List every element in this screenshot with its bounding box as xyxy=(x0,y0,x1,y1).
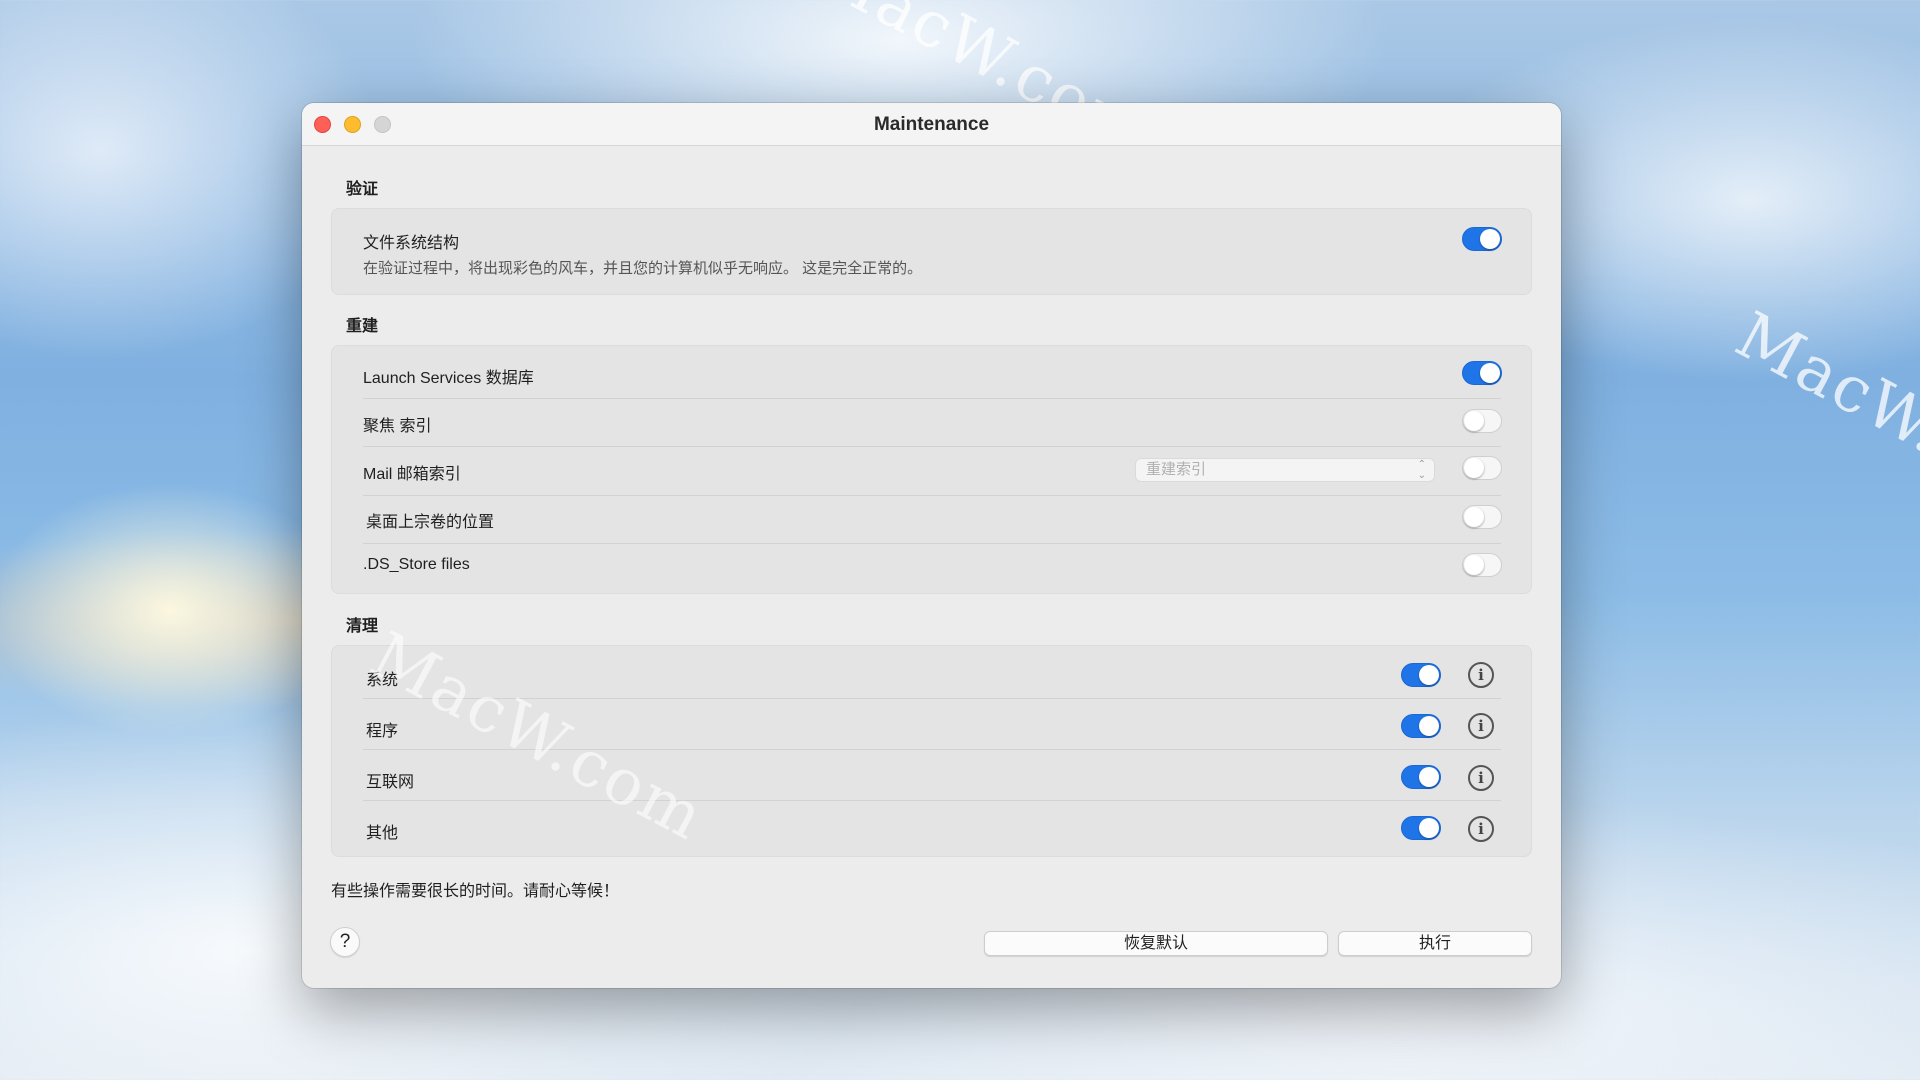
row-divider xyxy=(363,698,1501,699)
patience-note: 有些操作需要很长的时间。请耐心等候！ xyxy=(331,883,620,900)
spotlight-index-toggle[interactable] xyxy=(1462,409,1502,433)
section-title-verify: 验证 xyxy=(346,181,379,198)
restore-defaults-button[interactable]: 恢复默认 xyxy=(984,931,1328,956)
info-icon[interactable]: i xyxy=(1468,662,1494,688)
cleanup-group: 系统 i 程序 i 互联网 i 其他 i xyxy=(331,645,1532,857)
row-divider xyxy=(363,800,1501,801)
toggle-knob xyxy=(1419,665,1439,685)
toggle-knob xyxy=(1464,458,1484,478)
rebuild-group: Launch Services 数据库 聚焦 索引 Mail 邮箱索引 重建索引… xyxy=(331,345,1532,594)
ds-store-files-label: .DS_Store files xyxy=(363,556,470,573)
filesystem-structure-description: 在验证过程中，将出现彩色的风车，并且您的计算机似乎无响应。 这是完全正常的。 xyxy=(363,260,923,277)
mail-index-toggle[interactable] xyxy=(1462,456,1502,480)
cleanup-other-toggle[interactable] xyxy=(1401,816,1441,840)
help-button[interactable]: ? xyxy=(330,927,360,957)
spotlight-index-label: 聚焦 索引 xyxy=(363,418,432,435)
launch-services-label: Launch Services 数据库 xyxy=(363,370,534,387)
cleanup-internet-label: 互联网 xyxy=(366,774,415,791)
section-title-cleanup: 清理 xyxy=(346,618,379,635)
toggle-knob xyxy=(1419,767,1439,787)
chevron-updown-icon: ⌃ ⌄ xyxy=(1417,459,1426,481)
mail-index-select-value: 重建索引 xyxy=(1146,461,1207,478)
info-icon[interactable]: i xyxy=(1468,713,1494,739)
filesystem-structure-toggle[interactable] xyxy=(1462,227,1502,251)
watermark: MacW.com xyxy=(1724,298,1920,536)
toggle-knob xyxy=(1419,818,1439,838)
cleanup-applications-label: 程序 xyxy=(366,723,399,740)
verify-group: 文件系统结构 在验证过程中，将出现彩色的风车，并且您的计算机似乎无响应。 这是完… xyxy=(331,208,1532,295)
launch-services-toggle[interactable] xyxy=(1462,361,1502,385)
cleanup-applications-toggle[interactable] xyxy=(1401,714,1441,738)
cleanup-other-label: 其他 xyxy=(366,825,399,842)
toggle-knob xyxy=(1419,716,1439,736)
row-divider xyxy=(363,749,1501,750)
info-icon[interactable]: i xyxy=(1468,765,1494,791)
maintenance-window: Maintenance 验证 文件系统结构 在验证过程中，将出现彩色的风车，并且… xyxy=(302,103,1561,988)
cleanup-system-label: 系统 xyxy=(366,672,399,689)
cleanup-system-toggle[interactable] xyxy=(1401,663,1441,687)
mail-index-label: Mail 邮箱索引 xyxy=(363,466,461,483)
desktop-volumes-position-label: 桌面上宗卷的位置 xyxy=(366,514,495,531)
row-divider xyxy=(363,446,1501,447)
row-divider xyxy=(363,495,1501,496)
toggle-knob xyxy=(1464,507,1484,527)
mail-index-select[interactable]: 重建索引 ⌃ ⌄ xyxy=(1135,458,1435,482)
toggle-knob xyxy=(1464,411,1484,431)
execute-button[interactable]: 执行 xyxy=(1338,931,1532,956)
toggle-knob xyxy=(1480,229,1500,249)
cleanup-internet-toggle[interactable] xyxy=(1401,765,1441,789)
ds-store-files-toggle[interactable] xyxy=(1462,553,1502,577)
window-title: Maintenance xyxy=(873,114,990,135)
row-divider xyxy=(363,398,1501,399)
info-icon[interactable]: i xyxy=(1468,816,1494,842)
section-title-rebuild: 重建 xyxy=(346,318,379,335)
toggle-knob xyxy=(1464,555,1484,575)
filesystem-structure-label: 文件系统结构 xyxy=(363,235,460,252)
title-bar: Maintenance xyxy=(302,103,1561,146)
row-divider xyxy=(363,543,1501,544)
desktop-volumes-position-toggle[interactable] xyxy=(1462,505,1502,529)
toggle-knob xyxy=(1480,363,1500,383)
